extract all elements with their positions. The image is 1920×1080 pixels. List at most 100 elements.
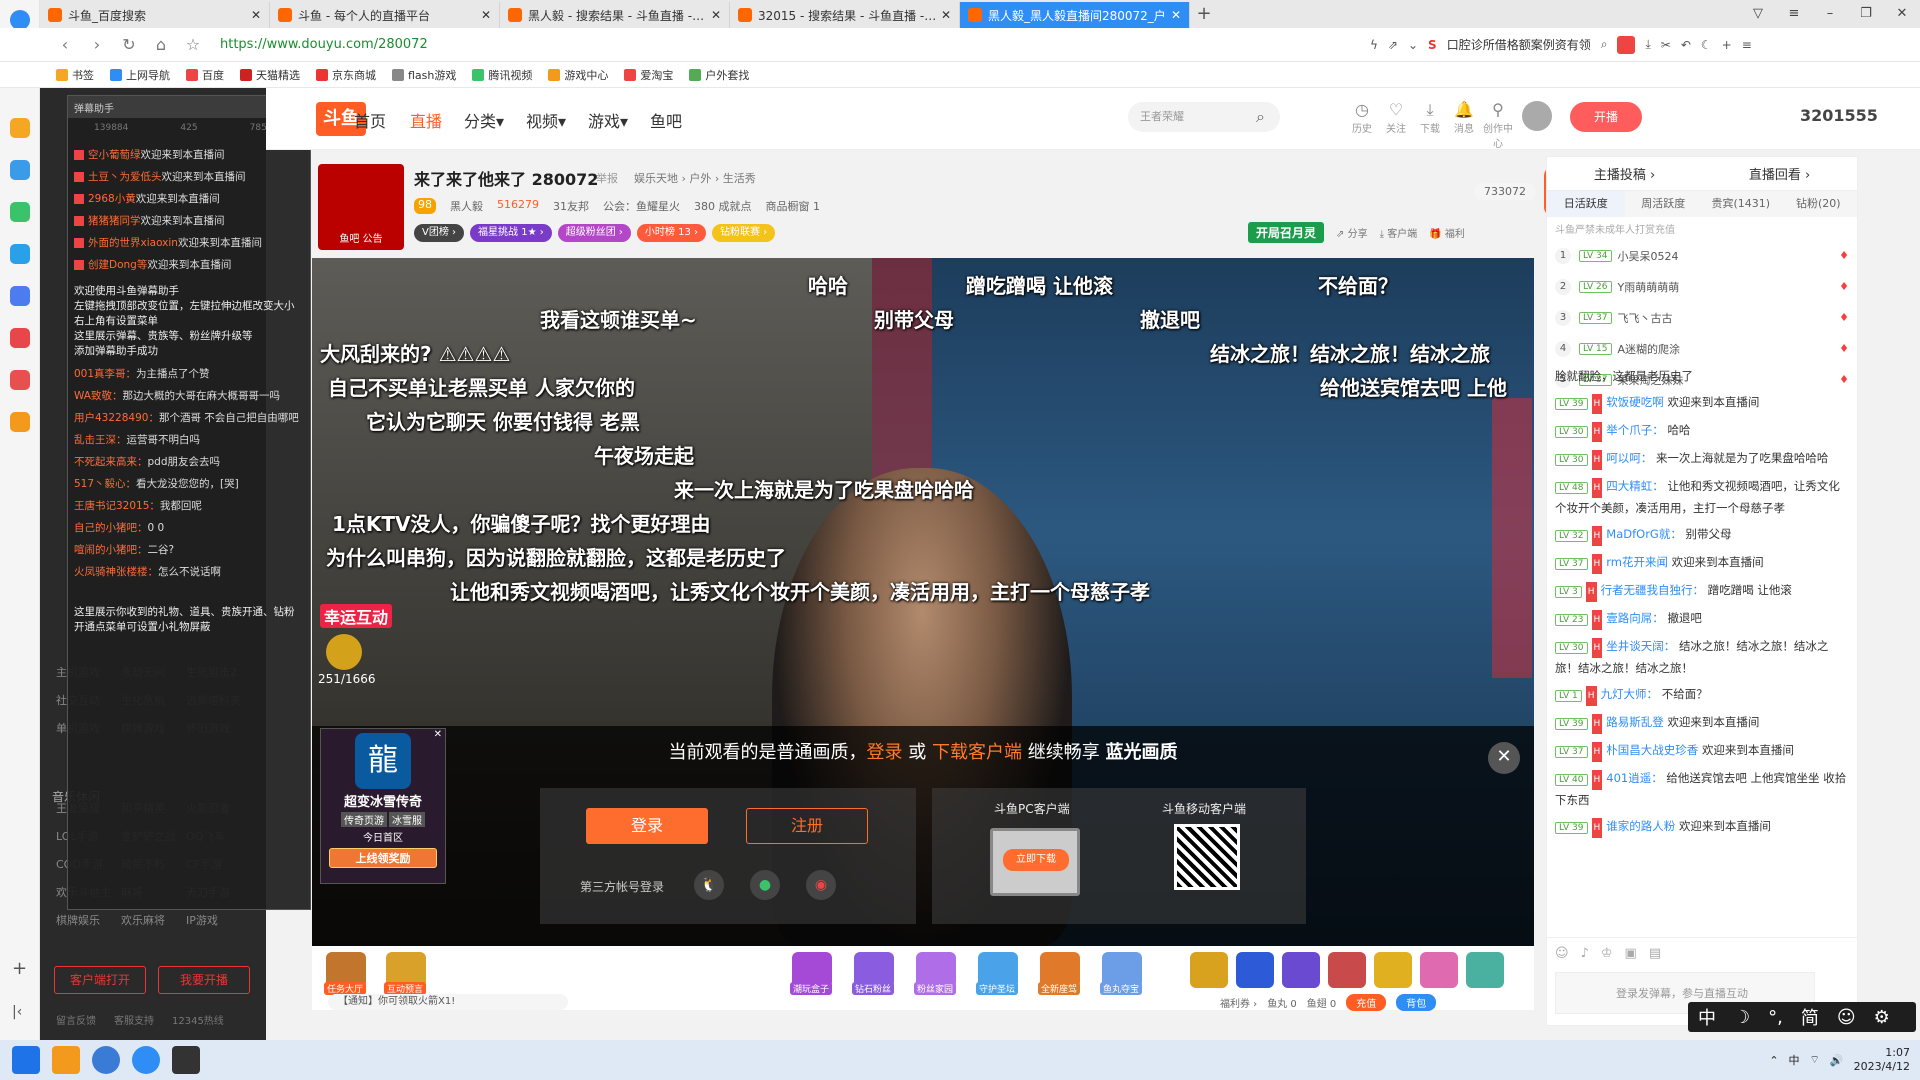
- maximize-button[interactable]: ❐: [1848, 0, 1884, 28]
- wechat-app-icon[interactable]: [10, 202, 30, 222]
- friends-count[interactable]: 31友邦: [553, 198, 589, 214]
- star-icon[interactable]: ☆: [180, 32, 206, 58]
- assistant-user[interactable]: 乱击王深：: [74, 434, 127, 446]
- bookmark-item[interactable]: 百度: [186, 67, 224, 83]
- assistant-user[interactable]: 2968小黄: [88, 193, 136, 205]
- favorites-app-icon[interactable]: [10, 118, 30, 138]
- more-menu-icon[interactable]: ≡: [1742, 38, 1752, 52]
- assistant-user[interactable]: 喧闹的小猪吧：: [74, 544, 148, 556]
- start-live-left-button[interactable]: 我要开播: [158, 966, 250, 994]
- collapse-icon[interactable]: |‹: [12, 1004, 22, 1020]
- assistant-user[interactable]: WA致敬：: [74, 390, 123, 402]
- browser-tab[interactable]: 黑人毅 - 搜索结果 - 斗鱼直播 - 游戏 ✕: [500, 2, 730, 28]
- undo-icon[interactable]: ↶: [1681, 38, 1691, 52]
- taskbar-app-icon[interactable]: [172, 1046, 200, 1074]
- tray-up-icon[interactable]: ⌃: [1769, 1054, 1778, 1067]
- header-tool[interactable]: ◷ 历史: [1344, 100, 1380, 135]
- ime-item[interactable]: 简: [1801, 1004, 1819, 1030]
- assistant-user[interactable]: 空小葡萄绿: [88, 149, 141, 161]
- start-icon[interactable]: [12, 1046, 40, 1074]
- url-input[interactable]: https://www.douyu.com/280072: [220, 37, 1370, 52]
- chat-user[interactable]: 路易斯乱登: [1606, 715, 1664, 729]
- rank-row[interactable]: 3 LV 37 飞飞丶古古 ♦: [1547, 302, 1857, 333]
- footer-link[interactable]: 12345热线: [172, 1012, 224, 1027]
- reload-icon[interactable]: ↻: [116, 32, 142, 58]
- prompt-login-link[interactable]: 登录: [867, 742, 903, 763]
- gift-item-icon[interactable]: [1328, 952, 1366, 988]
- browser-tab[interactable]: 斗鱼 - 每个人的直播平台 ✕: [270, 2, 500, 28]
- prompt-download-link[interactable]: 下载客户端: [932, 742, 1022, 763]
- assistant-user[interactable]: 001真李哥：: [74, 368, 136, 380]
- pdf-app-icon[interactable]: [10, 370, 30, 390]
- settings-icon[interactable]: ▤: [1649, 946, 1661, 961]
- search-engine-icon[interactable]: S: [1428, 38, 1437, 52]
- ime-item[interactable]: ⚙: [1874, 1007, 1890, 1028]
- close-window-button[interactable]: ✕: [1884, 0, 1920, 28]
- nav-item[interactable]: 视频▾: [526, 108, 566, 132]
- report-link[interactable]: 举报: [596, 170, 618, 186]
- assistant-user[interactable]: 创建Dong等: [88, 259, 147, 271]
- chat-user[interactable]: rm花开来闻: [1606, 555, 1668, 569]
- game-app-icon[interactable]: [10, 328, 30, 348]
- header-tool[interactable]: ♡ 关注: [1378, 100, 1414, 135]
- share-button[interactable]: ⇗ 分享: [1336, 225, 1368, 240]
- header-tool[interactable]: 🔔 消息: [1446, 100, 1482, 135]
- assistant-user[interactable]: 土豆丶为爱低头: [88, 171, 162, 183]
- chat-user[interactable]: 谁家的路人粉: [1606, 819, 1675, 833]
- bookmark-item[interactable]: 天猫精选: [240, 67, 300, 83]
- assistant-user[interactable]: 火凤骑神张楼楼：: [74, 566, 158, 578]
- bookmark-item[interactable]: 爱淘宝: [624, 67, 673, 83]
- ime-item[interactable]: 中: [1698, 1004, 1716, 1030]
- emoji-icon[interactable]: ☺: [1555, 946, 1569, 961]
- header-tool[interactable]: ⤓ 下载: [1412, 100, 1448, 135]
- anchor-posts-link[interactable]: 主播投稿 ›: [1594, 164, 1655, 183]
- new-tab-button[interactable]: +: [1190, 2, 1218, 28]
- danmu-assistant-panel[interactable]: 弹幕助手 🔒 ⚙ ✕ 139884425785424 空小葡萄绿欢迎来到本直播间…: [67, 95, 311, 910]
- browser-tab[interactable]: 斗鱼_百度搜索 ✕: [40, 2, 270, 28]
- browser-tab[interactable]: 32015 - 搜索结果 - 斗鱼直播 - 游戏 ✕: [730, 2, 960, 28]
- chat-user[interactable]: 朴国昌大战史珍香: [1606, 743, 1698, 757]
- rank-tab[interactable]: 日活跃度: [1547, 191, 1625, 217]
- nav-item[interactable]: 鱼吧: [650, 108, 682, 132]
- nav-item[interactable]: 游戏▾: [588, 108, 628, 132]
- category-item[interactable]: 欢乐麻将: [121, 912, 186, 928]
- bag-button[interactable]: 背包: [1396, 994, 1437, 1011]
- room-badge[interactable]: 钻粉联赛 ›: [712, 224, 776, 242]
- extension-icon[interactable]: [1617, 35, 1636, 54]
- forward-icon[interactable]: ›: [84, 32, 110, 58]
- ime-item[interactable]: ☽: [1734, 1007, 1750, 1028]
- achievement-points[interactable]: 380 成就点: [694, 198, 752, 214]
- assistant-user[interactable]: 外面的世界xiaoxin: [88, 237, 178, 249]
- ime-item[interactable]: ☺: [1837, 1007, 1856, 1028]
- assistant-user[interactable]: 猪猪猪同学: [88, 215, 141, 227]
- ime-item[interactable]: °,: [1768, 1007, 1783, 1028]
- tab-close-icon[interactable]: ✕: [711, 8, 721, 22]
- browser-tab[interactable]: 黑人毅_黑人毅直播间280072_户 ✕: [960, 2, 1190, 28]
- breadcrumb[interactable]: 娱乐天地 › 户外 › 生活秀: [634, 170, 756, 186]
- cloud-app-icon[interactable]: [10, 286, 30, 306]
- fans-icon[interactable]: ▣: [1625, 946, 1637, 961]
- back-icon[interactable]: ‹: [52, 32, 78, 58]
- assistant-user[interactable]: 王唐书记32015：: [74, 500, 160, 512]
- tab-close-icon[interactable]: ✕: [941, 8, 951, 22]
- recharge-button[interactable]: 充值: [1346, 994, 1387, 1011]
- login-button[interactable]: 登录: [586, 808, 708, 844]
- notice-bar[interactable]: 【通知】你可领取火箭X1!: [328, 994, 568, 1010]
- wechat-icon[interactable]: ●: [750, 870, 780, 900]
- rank-row[interactable]: 2 LV 26 Y雨萌萌萌萌 ♦: [1547, 271, 1857, 302]
- minimize-button[interactable]: –: [1812, 0, 1848, 28]
- rank-tab[interactable]: 周活跃度: [1625, 191, 1703, 217]
- tab-close-icon[interactable]: ✕: [481, 8, 491, 22]
- rank-name[interactable]: Y雨萌萌萌萌: [1618, 279, 1840, 295]
- search-hint[interactable]: 口腔诊所借格额案例资有领: [1447, 36, 1591, 53]
- chat-user[interactable]: 行者无疆我自独行：: [1601, 583, 1705, 597]
- start-live-button[interactable]: 开播: [1570, 102, 1642, 132]
- badge-icon[interactable]: ♔: [1601, 946, 1613, 961]
- nav-item[interactable]: 分类▾: [464, 108, 504, 132]
- guild-name[interactable]: 公会：鱼耀星火: [603, 198, 680, 214]
- bookmark-item[interactable]: 京东商城: [316, 67, 376, 83]
- speaker-icon[interactable]: ♪: [1581, 946, 1589, 961]
- footer-link[interactable]: 留言反馈: [56, 1012, 96, 1027]
- share-icon[interactable]: ⇗: [1388, 38, 1398, 52]
- home-icon[interactable]: ⌂: [148, 32, 174, 58]
